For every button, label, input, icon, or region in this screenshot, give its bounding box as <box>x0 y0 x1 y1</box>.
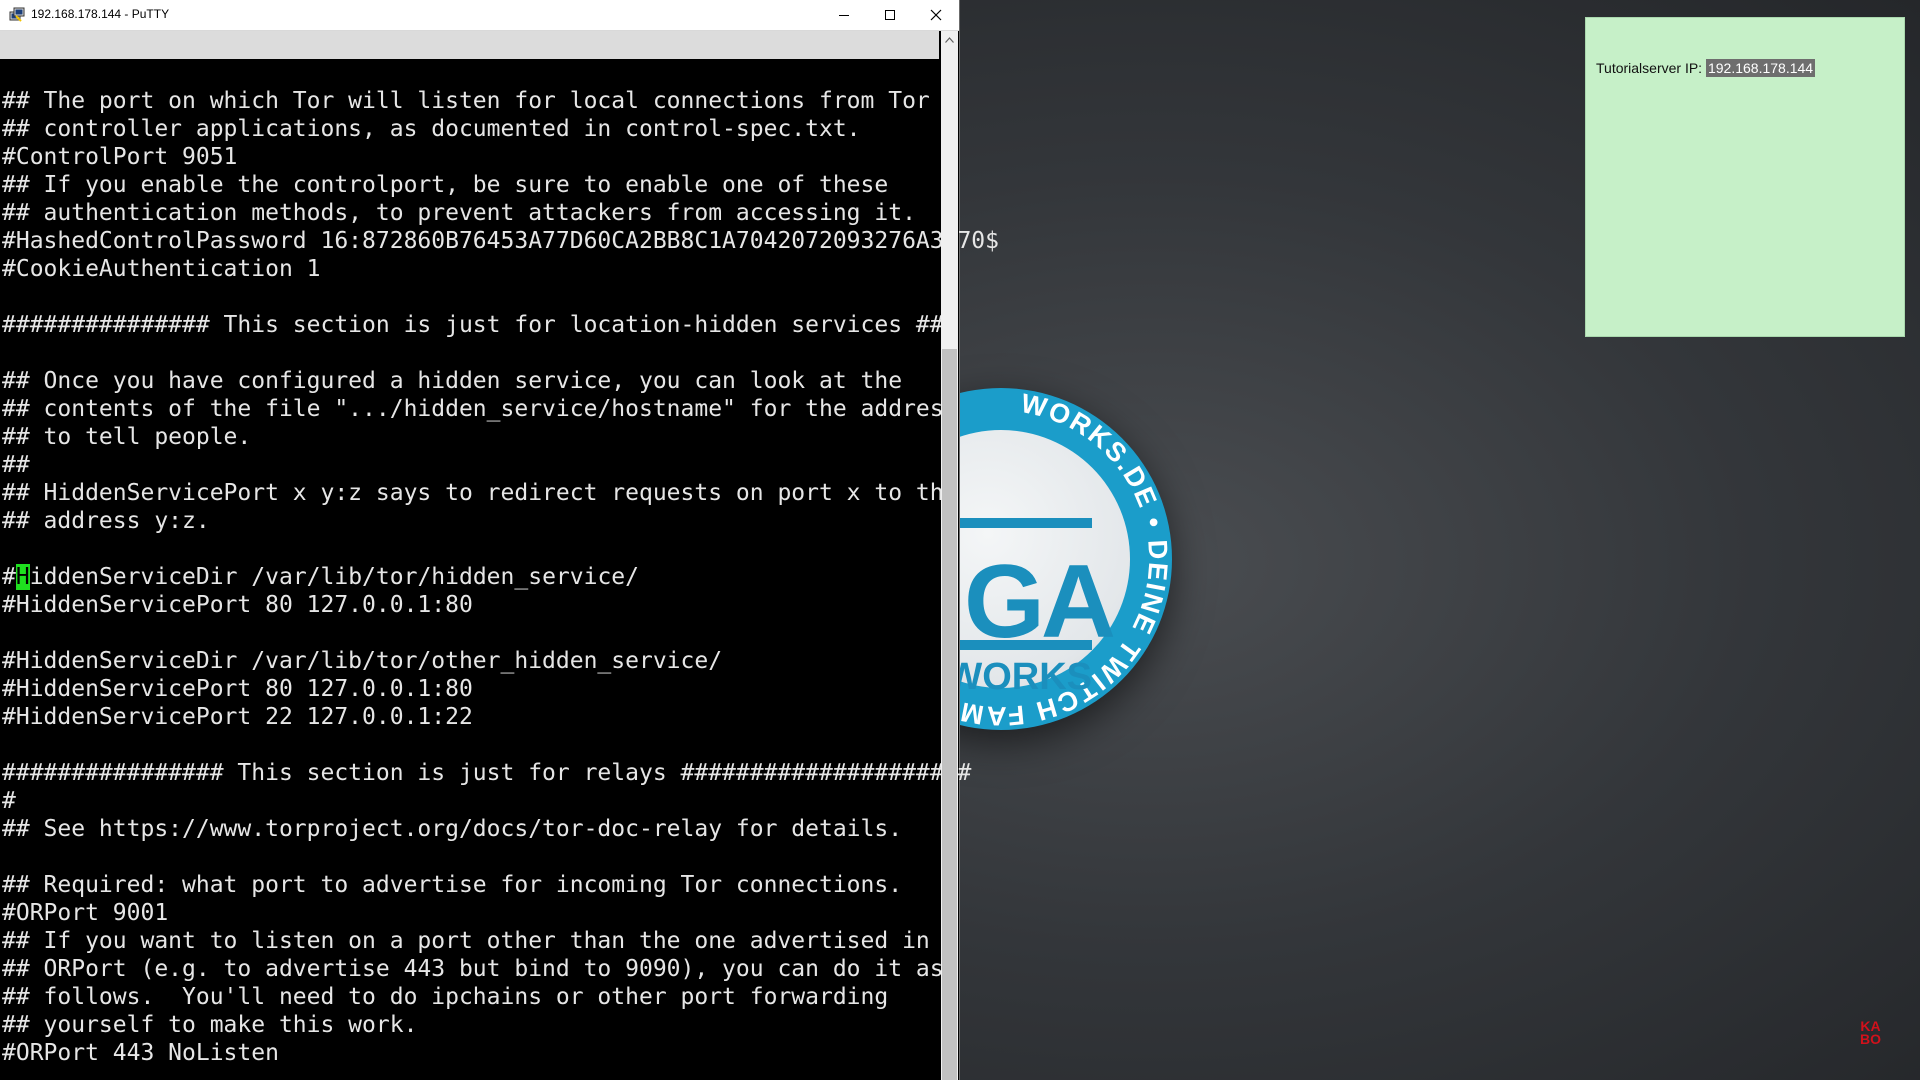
info-label: Tutorialserver IP: 192.168.178.144 <box>1596 59 1816 77</box>
editor-line <box>2 731 999 759</box>
editor-line: ################ This section is just fo… <box>2 760 972 786</box>
scroll-up-button[interactable] <box>941 31 958 48</box>
editor-line: #ORPort 9001 <box>2 900 169 926</box>
editor-line: #HiddenServiceDir /var/lib/tor/other_hid… <box>2 648 723 674</box>
editor-line <box>2 843 999 871</box>
terminal[interactable]: GNU nano 2.7.4 Datei: torrc ## The port … <box>0 31 999 1080</box>
putty-window[interactable]: 192.168.178.144 - PuTTY GNU nano 2.7.4 D… <box>0 0 999 1080</box>
editor-line: ## to tell people. <box>2 424 252 450</box>
title-bar[interactable]: 192.168.178.144 - PuTTY <box>0 0 959 31</box>
editor-line <box>2 283 999 311</box>
editor-line <box>2 535 999 563</box>
editor-line: ## yourself to make this work. <box>2 1012 418 1038</box>
editor-line-prefix: # <box>2 564 16 590</box>
editor-line-rest: iddenServiceDir /var/lib/tor/hidden_serv… <box>29 564 639 590</box>
editor-line: ## Required: what port to advertise for … <box>2 872 903 898</box>
editor-line: ## The port on which Tor will listen for… <box>2 88 930 114</box>
editor-line: ## contents of the file ".../hidden_serv… <box>2 396 958 422</box>
editor-line: ## address y:z. <box>2 508 210 534</box>
editor-line: #HiddenServicePort 22 127.0.0.1:22 <box>2 704 473 730</box>
editor-line <box>2 619 999 647</box>
vertical-scrollbar[interactable] <box>941 31 958 1080</box>
editor-line: ## authentication methods, to prevent at… <box>2 200 916 226</box>
info-panel: Tutorialserver IP: 192.168.178.144 <box>1585 17 1905 337</box>
editor-line: ## ORPort (e.g. to advertise 443 but bin… <box>2 956 944 982</box>
minimize-button[interactable] <box>821 0 867 30</box>
editor-line: # <box>2 788 16 814</box>
server-ip-label: Tutorialserver IP: <box>1596 60 1703 76</box>
editor-line: ## See https://www.torproject.org/docs/t… <box>2 816 903 842</box>
close-icon <box>930 9 942 21</box>
maximize-button[interactable] <box>867 0 913 30</box>
chevron-up-icon <box>945 36 954 43</box>
window-title: 192.168.178.144 - PuTTY <box>31 7 170 21</box>
editor-line: ## If you want to listen on a port other… <box>2 928 930 954</box>
editor-line: ## HiddenServicePort x y:z says to redir… <box>2 480 958 506</box>
corner-logo: KA BO <box>1860 1019 1881 1047</box>
editor-line: ############### This section is just for… <box>2 312 958 338</box>
editor-line: ## <box>2 452 30 478</box>
editor-line <box>2 339 999 367</box>
editor-line: #HiddenServicePort 80 127.0.0.1:80 <box>2 676 473 702</box>
editor-line: #HiddenServicePort 80 127.0.0.1:80 <box>2 592 473 618</box>
server-ip-value[interactable]: 192.168.178.144 <box>1705 59 1816 77</box>
nano-header: GNU nano 2.7.4 Datei: torrc <box>0 31 939 114</box>
editor-line: #HashedControlPassword 16:872860B76453A7… <box>2 228 999 254</box>
editor-line: ## follows. You'll need to do ipchains o… <box>2 984 889 1010</box>
editor-line: #HiddenServiceDir /var/lib/tor/hidden_se… <box>2 563 999 591</box>
minimize-icon <box>839 15 849 16</box>
editor-text[interactable]: ## The port on which Tor will listen for… <box>2 87 999 1067</box>
editor-line: ## controller applications, as documente… <box>2 116 861 142</box>
scrollbar-thumb[interactable] <box>942 349 957 1080</box>
putty-icon <box>9 7 25 22</box>
editor-line: ## If you enable the controlport, be sur… <box>2 172 889 198</box>
corner-logo-line-2: BO <box>1860 1031 1881 1047</box>
nano-version: GNU nano 2.7.4 <box>26 60 220 86</box>
text-cursor: H <box>15 564 30 590</box>
editor-line: #CookieAuthentication 1 <box>2 256 321 282</box>
close-button[interactable] <box>913 0 959 30</box>
editor-line: #ORPort 443 NoListen <box>2 1040 279 1066</box>
editor-line: #ControlPort 9051 <box>2 144 238 170</box>
maximize-icon <box>885 10 895 20</box>
editor-line: ## Once you have configured a hidden ser… <box>2 368 903 394</box>
